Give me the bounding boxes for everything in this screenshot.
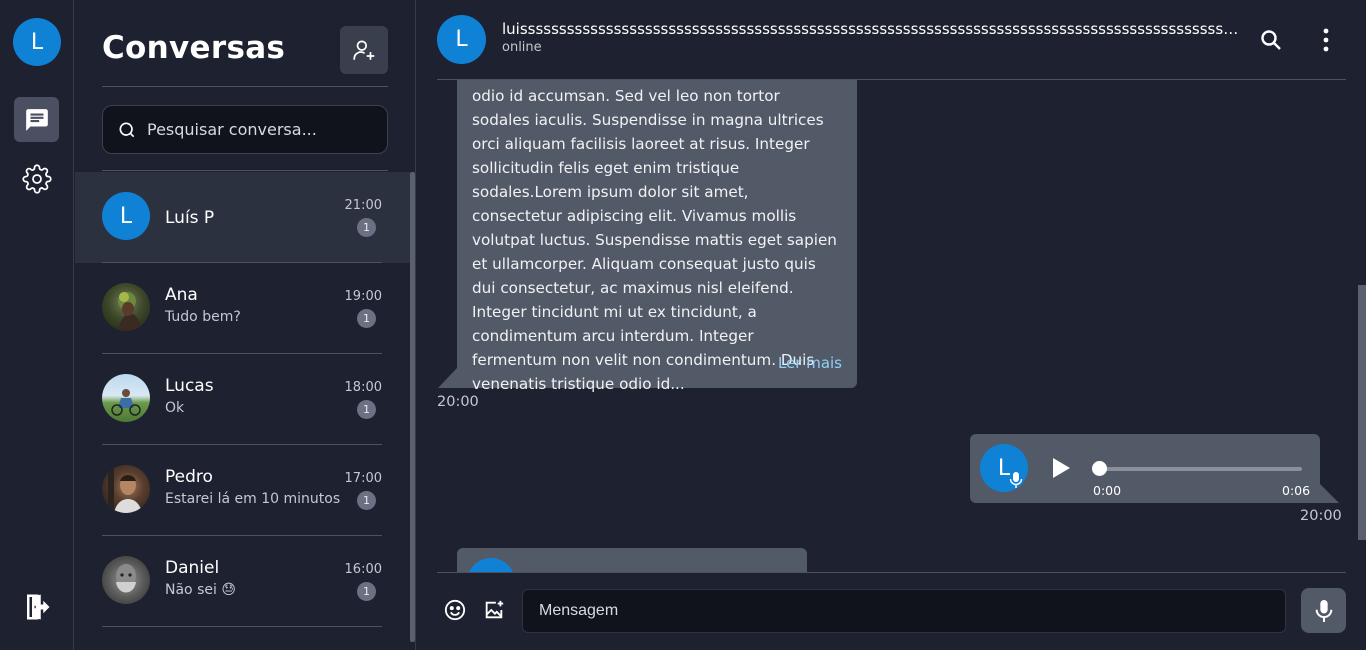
avatar bbox=[102, 556, 150, 604]
conversation-time: 19:00 bbox=[344, 289, 382, 304]
conversation-name: Ana bbox=[165, 285, 198, 305]
settings-nav-button[interactable] bbox=[18, 160, 56, 198]
outgoing-audio-message: L 0:00 0:06 bbox=[970, 434, 1320, 503]
avatar bbox=[467, 558, 515, 572]
conversation-item-lucas[interactable]: Lucas Ok 18:00 1 bbox=[75, 354, 410, 445]
unread-badge: 1 bbox=[357, 218, 376, 237]
read-more-link[interactable]: Ler mais bbox=[778, 354, 842, 372]
conversation-preview: Tudo bem? bbox=[165, 309, 241, 325]
mic-icon bbox=[1315, 599, 1332, 622]
attach-image-button[interactable] bbox=[481, 597, 507, 623]
conversation-time: 21:00 bbox=[344, 198, 382, 213]
conversation-name: Lucas bbox=[165, 376, 214, 396]
conversation-name: Luís P bbox=[165, 208, 215, 228]
search-input[interactable] bbox=[147, 120, 377, 139]
incoming-message bbox=[457, 548, 807, 572]
conversation-item-luis[interactable]: L Luís P 21:00 1 bbox=[75, 172, 410, 263]
conversation-item-pedro[interactable]: Pedro Estarei lá em 10 minutos 17:00 1 bbox=[75, 445, 410, 536]
search-box[interactable] bbox=[102, 105, 388, 154]
chats-nav-button[interactable] bbox=[14, 97, 59, 142]
conversations-title: Conversas bbox=[102, 30, 286, 66]
message-box[interactable] bbox=[522, 589, 1286, 633]
conversation-list: L Luís P 21:00 1 Ana Tudo bem? 19:00 1 L… bbox=[75, 172, 410, 627]
conversation-list-scrollbar[interactable] bbox=[410, 172, 415, 642]
contact-avatar[interactable]: L bbox=[437, 15, 486, 64]
messenger-app: L Conversas L Luís P 21:00 1 bbox=[0, 0, 1366, 650]
audio-current-time: 0:00 bbox=[1093, 483, 1122, 498]
divider bbox=[102, 86, 388, 87]
conversation-preview: Estarei lá em 10 minutos bbox=[165, 491, 341, 507]
avatar bbox=[102, 465, 150, 513]
logout-icon bbox=[27, 594, 50, 620]
bubble-tail bbox=[438, 368, 457, 388]
add-user-icon bbox=[353, 40, 375, 60]
divider bbox=[102, 626, 382, 627]
message-time: 20:00 bbox=[437, 394, 479, 410]
audio-progress-handle[interactable] bbox=[1092, 461, 1107, 476]
mic-icon bbox=[1006, 470, 1026, 490]
message-input[interactable] bbox=[539, 602, 1259, 620]
conversation-time: 18:00 bbox=[344, 380, 382, 395]
unread-badge: 1 bbox=[357, 400, 376, 419]
gear-icon bbox=[22, 164, 52, 194]
conversation-name: Daniel bbox=[165, 558, 220, 578]
play-icon bbox=[1053, 458, 1070, 478]
unread-badge: 1 bbox=[357, 491, 376, 510]
conversation-preview: Não sei 😓 bbox=[165, 582, 236, 598]
message-text: odio id accumsan. Sed vel leo non tortor… bbox=[472, 87, 837, 393]
emoji-icon bbox=[444, 599, 466, 621]
search-icon bbox=[119, 121, 135, 137]
message-time: 20:00 bbox=[1300, 508, 1342, 524]
conversation-preview: Ok bbox=[165, 400, 185, 416]
chat-icon bbox=[25, 108, 48, 131]
conversation-item-ana[interactable]: Ana Tudo bem? 19:00 1 bbox=[75, 263, 410, 354]
avatar bbox=[102, 374, 150, 422]
record-audio-button[interactable] bbox=[1301, 588, 1346, 633]
emoji-button[interactable] bbox=[442, 597, 468, 623]
logout-button[interactable] bbox=[18, 588, 56, 626]
conversation-list-panel: Conversas L Luís P 21:00 1 Ana Tudo bbox=[75, 0, 416, 650]
kebab-menu-icon bbox=[1323, 28, 1329, 52]
message-list: odio id accumsan. Sed vel leo non tortor… bbox=[417, 80, 1352, 572]
add-image-icon bbox=[485, 600, 504, 619]
conversation-item-daniel[interactable]: Daniel Não sei 😓 16:00 1 bbox=[75, 536, 410, 627]
audio-progress-track[interactable] bbox=[1100, 467, 1302, 471]
avatar: L bbox=[102, 192, 150, 240]
nav-rail: L bbox=[0, 0, 74, 650]
chat-panel: L luisssssssssssssssssssssssssssssssssss… bbox=[417, 0, 1366, 650]
audio-duration: 0:06 bbox=[1282, 483, 1311, 498]
unread-badge: 1 bbox=[357, 309, 376, 328]
more-options-button[interactable] bbox=[1314, 26, 1338, 54]
contact-name[interactable]: luisssssssssssssssssssssssssssssssssssss… bbox=[502, 20, 1242, 38]
unread-badge: 1 bbox=[357, 582, 376, 601]
user-avatar[interactable]: L bbox=[13, 18, 61, 66]
add-contact-button[interactable] bbox=[340, 26, 388, 74]
chat-scrollbar[interactable] bbox=[1358, 285, 1366, 540]
avatar bbox=[102, 283, 150, 331]
chat-header: L luisssssssssssssssssssssssssssssssssss… bbox=[417, 0, 1366, 80]
conversation-name: Pedro bbox=[165, 467, 213, 487]
play-button[interactable] bbox=[1048, 454, 1074, 482]
divider bbox=[437, 572, 1346, 573]
search-icon bbox=[1261, 30, 1281, 50]
conversation-time: 16:00 bbox=[344, 562, 382, 577]
incoming-message: odio id accumsan. Sed vel leo non tortor… bbox=[457, 80, 857, 393]
divider bbox=[102, 170, 388, 171]
search-messages-button[interactable] bbox=[1257, 26, 1285, 54]
contact-status: online bbox=[502, 40, 542, 55]
conversation-time: 17:00 bbox=[344, 471, 382, 486]
bubble-tail bbox=[1320, 484, 1339, 503]
